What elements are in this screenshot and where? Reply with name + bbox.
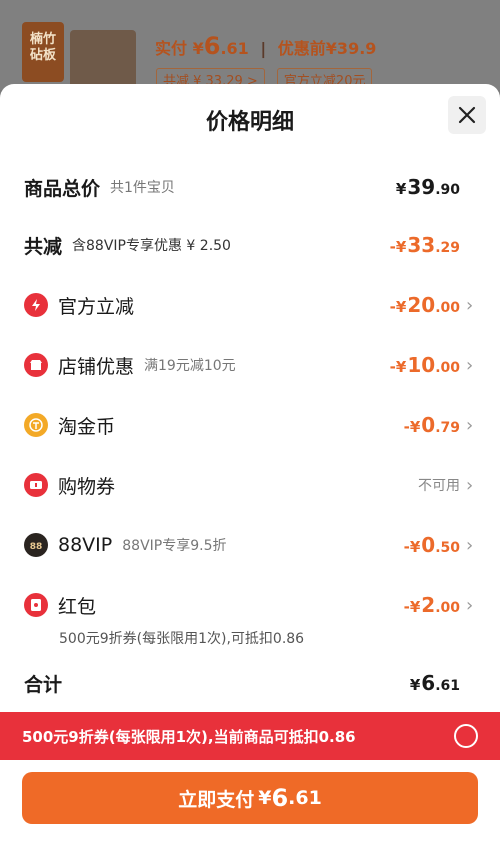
bg-pay-currency: ¥: [192, 39, 204, 58]
chevron-right-icon: ›: [466, 354, 474, 376]
red-packet-icon: [24, 593, 48, 617]
row-saved-sub: 含88VIP专享优惠 ¥ 2.50: [72, 238, 231, 254]
row-shop-amount: -¥ 10.00: [390, 353, 460, 377]
chevron-right-icon: ›: [466, 414, 474, 436]
row-vip-amount: -¥ 0.50: [404, 533, 460, 557]
row-total-sub: 共1件宝贝: [110, 180, 175, 196]
product-thumbnail: 楠竹 砧板: [22, 22, 64, 82]
row-shop-label: 店铺优惠: [58, 355, 135, 378]
sheet-title: 价格明细: [205, 110, 294, 135]
row-vip-currency: -¥: [403, 538, 421, 556]
pay-now-label: 立即支付: [178, 788, 255, 811]
bg-pay-dec: .61: [220, 39, 249, 58]
row-shop-dec: .00: [435, 360, 460, 376]
bg-before-label: 优惠前: [277, 39, 326, 58]
row-sum-dec: .61: [435, 678, 460, 694]
row-sum-currency: ¥: [409, 676, 421, 694]
svg-text:88: 88: [30, 542, 43, 551]
row-vip-sub: 88VIP专享9.5折: [122, 538, 227, 554]
row-total-amount: ¥39.90: [396, 175, 460, 199]
row-coupon[interactable]: 购物券 不可用 ›: [24, 470, 476, 500]
row-redpacket-note: 500元9折券(每张限用1次),可抵扣0.86: [59, 631, 305, 647]
price-detail-sheet: 价格明细 商品总价 共1件宝贝 ¥39.90 共减 含88VIP专享优惠 ¥ 2…: [0, 84, 500, 844]
row-total-int: 39: [407, 175, 436, 199]
row-shop-currency: -¥: [389, 358, 407, 376]
row-total-label: 商品总价: [24, 177, 101, 200]
chevron-right-icon: ›: [466, 294, 474, 316]
pay-now-dec: .61: [288, 787, 322, 809]
row-coin-int: 0: [421, 413, 436, 437]
row-redpacket-amount: -¥ 2.00: [404, 593, 460, 617]
row-saved-label: 共减: [24, 235, 63, 258]
row-official[interactable]: 官方立减 -¥ 20.00 ›: [24, 290, 476, 320]
row-saved-amount: -¥ 33.29: [390, 233, 460, 257]
row-official-label: 官方立减: [58, 295, 135, 318]
row-saved-int: 33: [407, 233, 436, 257]
product-thumbnail-secondary: [70, 30, 136, 90]
close-button[interactable]: [448, 96, 486, 134]
row-coin-label: 淘金币: [58, 415, 116, 438]
row-redpacket-label: 红包: [58, 595, 97, 618]
shop-icon: [24, 353, 48, 377]
coupon-radio-button[interactable]: [454, 724, 478, 748]
row-vip-int: 0: [421, 533, 436, 557]
row-coin[interactable]: 淘金币 -¥ 0.79 ›: [24, 410, 476, 440]
pay-now-button[interactable]: 立即支付 ¥6.61: [22, 772, 478, 824]
row-vip-label: 88VIP: [58, 534, 113, 556]
coupon-banner[interactable]: 500元9折券(每张限用1次),当前商品可抵扣0.86: [0, 712, 500, 760]
row-sum-amount: ¥6.61: [410, 671, 460, 695]
coin-icon: [24, 413, 48, 437]
row-official-amount: -¥ 20.00: [390, 293, 460, 317]
row-shop-sub: 满19元减10元: [144, 358, 236, 374]
row-saved: 共减 含88VIP专享优惠 ¥ 2.50 -¥ 33.29: [24, 230, 476, 260]
background-pay-summary: 实付 ¥6.61 | 优惠前¥39.9: [155, 32, 377, 60]
row-coupon-label: 购物券: [58, 475, 116, 498]
vip-icon: 88: [24, 533, 48, 557]
row-vip-dec: .50: [435, 540, 460, 556]
row-redpacket-dec: .00: [435, 600, 460, 616]
bg-pay-int: 6: [203, 32, 221, 60]
row-sum: 合计 ¥6.61: [24, 668, 476, 698]
row-saved-dec: .29: [435, 240, 460, 256]
pay-now-int: 6: [271, 784, 289, 812]
row-coupon-status: 不可用: [418, 478, 460, 494]
bg-before-amount: ¥39.9: [325, 39, 377, 58]
row-redpacket[interactable]: 红包 -¥ 2.00 ›: [24, 590, 476, 620]
row-official-dec: .00: [435, 300, 460, 316]
row-redpacket-currency: -¥: [403, 598, 421, 616]
coupon-banner-text: 500元9折券(每张限用1次),当前商品可抵扣0.86: [22, 727, 356, 746]
row-official-currency: -¥: [389, 298, 407, 316]
ticket-icon: [24, 473, 48, 497]
row-saved-currency: -¥: [389, 238, 407, 256]
lightning-icon: [24, 293, 48, 317]
row-vip[interactable]: 88 88VIP 88VIP专享9.5折 -¥ 0.50 ›: [24, 530, 476, 560]
row-coin-amount: -¥ 0.79: [404, 413, 460, 437]
row-total-dec: .90: [435, 182, 460, 198]
row-total: 商品总价 共1件宝贝 ¥39.90: [24, 172, 476, 202]
row-total-currency: ¥: [395, 180, 407, 198]
row-sum-label: 合计: [24, 673, 63, 696]
row-redpacket-int: 2: [421, 593, 436, 617]
row-coin-currency: -¥: [403, 418, 421, 436]
row-shop-int: 10: [407, 353, 436, 377]
close-icon: [458, 106, 476, 124]
row-shop[interactable]: 店铺优惠 满19元减10元 -¥ 10.00 ›: [24, 350, 476, 380]
pay-now-currency: ¥: [258, 787, 272, 809]
chevron-right-icon: ›: [466, 474, 474, 496]
row-sum-int: 6: [421, 671, 436, 695]
chevron-right-icon: ›: [466, 594, 474, 616]
row-official-int: 20: [407, 293, 436, 317]
row-coin-dec: .79: [435, 420, 460, 436]
bg-pay-label: 实付: [155, 39, 188, 58]
chevron-right-icon: ›: [466, 534, 474, 556]
